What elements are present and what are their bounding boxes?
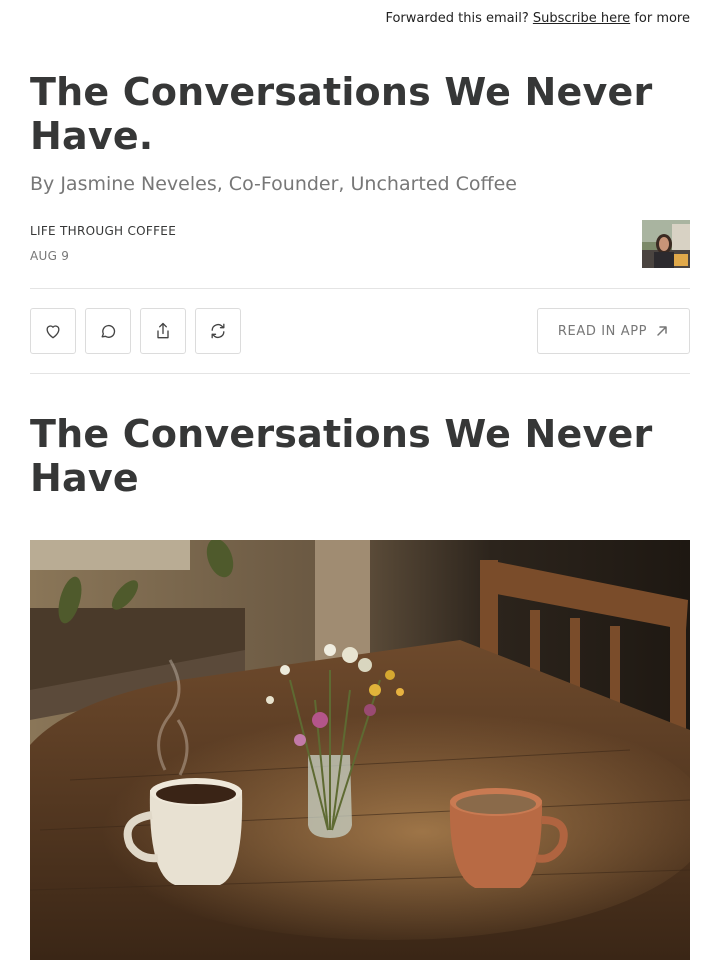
post-title: The Conversations We Never Have. bbox=[30, 70, 653, 158]
heart-icon bbox=[46, 325, 60, 339]
post-date: AUG 9 bbox=[30, 249, 70, 263]
content-heading: The Conversations We Never Have bbox=[30, 412, 653, 500]
arrow-up-right-icon bbox=[657, 326, 667, 336]
read-in-app-button[interactable]: READ IN APP bbox=[537, 308, 690, 354]
author-avatar[interactable] bbox=[642, 220, 690, 268]
forwarded-banner: Forwarded this email? Subscribe here for… bbox=[385, 11, 690, 26]
hero-image bbox=[30, 540, 690, 960]
post-byline: By Jasmine Neveles, Co-Founder, Uncharte… bbox=[30, 173, 517, 195]
comment-icon bbox=[101, 324, 116, 338]
publication-name[interactable]: LIFE THROUGH COFFEE bbox=[30, 224, 176, 238]
comment-button[interactable] bbox=[85, 308, 131, 354]
divider-top bbox=[30, 288, 690, 289]
share-button[interactable] bbox=[140, 308, 186, 354]
share-icon bbox=[157, 322, 169, 339]
forwarded-text: Forwarded this email? bbox=[385, 11, 529, 26]
forwarded-suffix: for more bbox=[634, 11, 690, 26]
divider-bottom bbox=[30, 373, 690, 374]
subscribe-link[interactable]: Subscribe here bbox=[533, 11, 630, 26]
restack-button[interactable] bbox=[195, 308, 241, 354]
restack-icon bbox=[211, 323, 225, 339]
like-button[interactable] bbox=[30, 308, 76, 354]
read-in-app-label: READ IN APP bbox=[557, 323, 648, 339]
